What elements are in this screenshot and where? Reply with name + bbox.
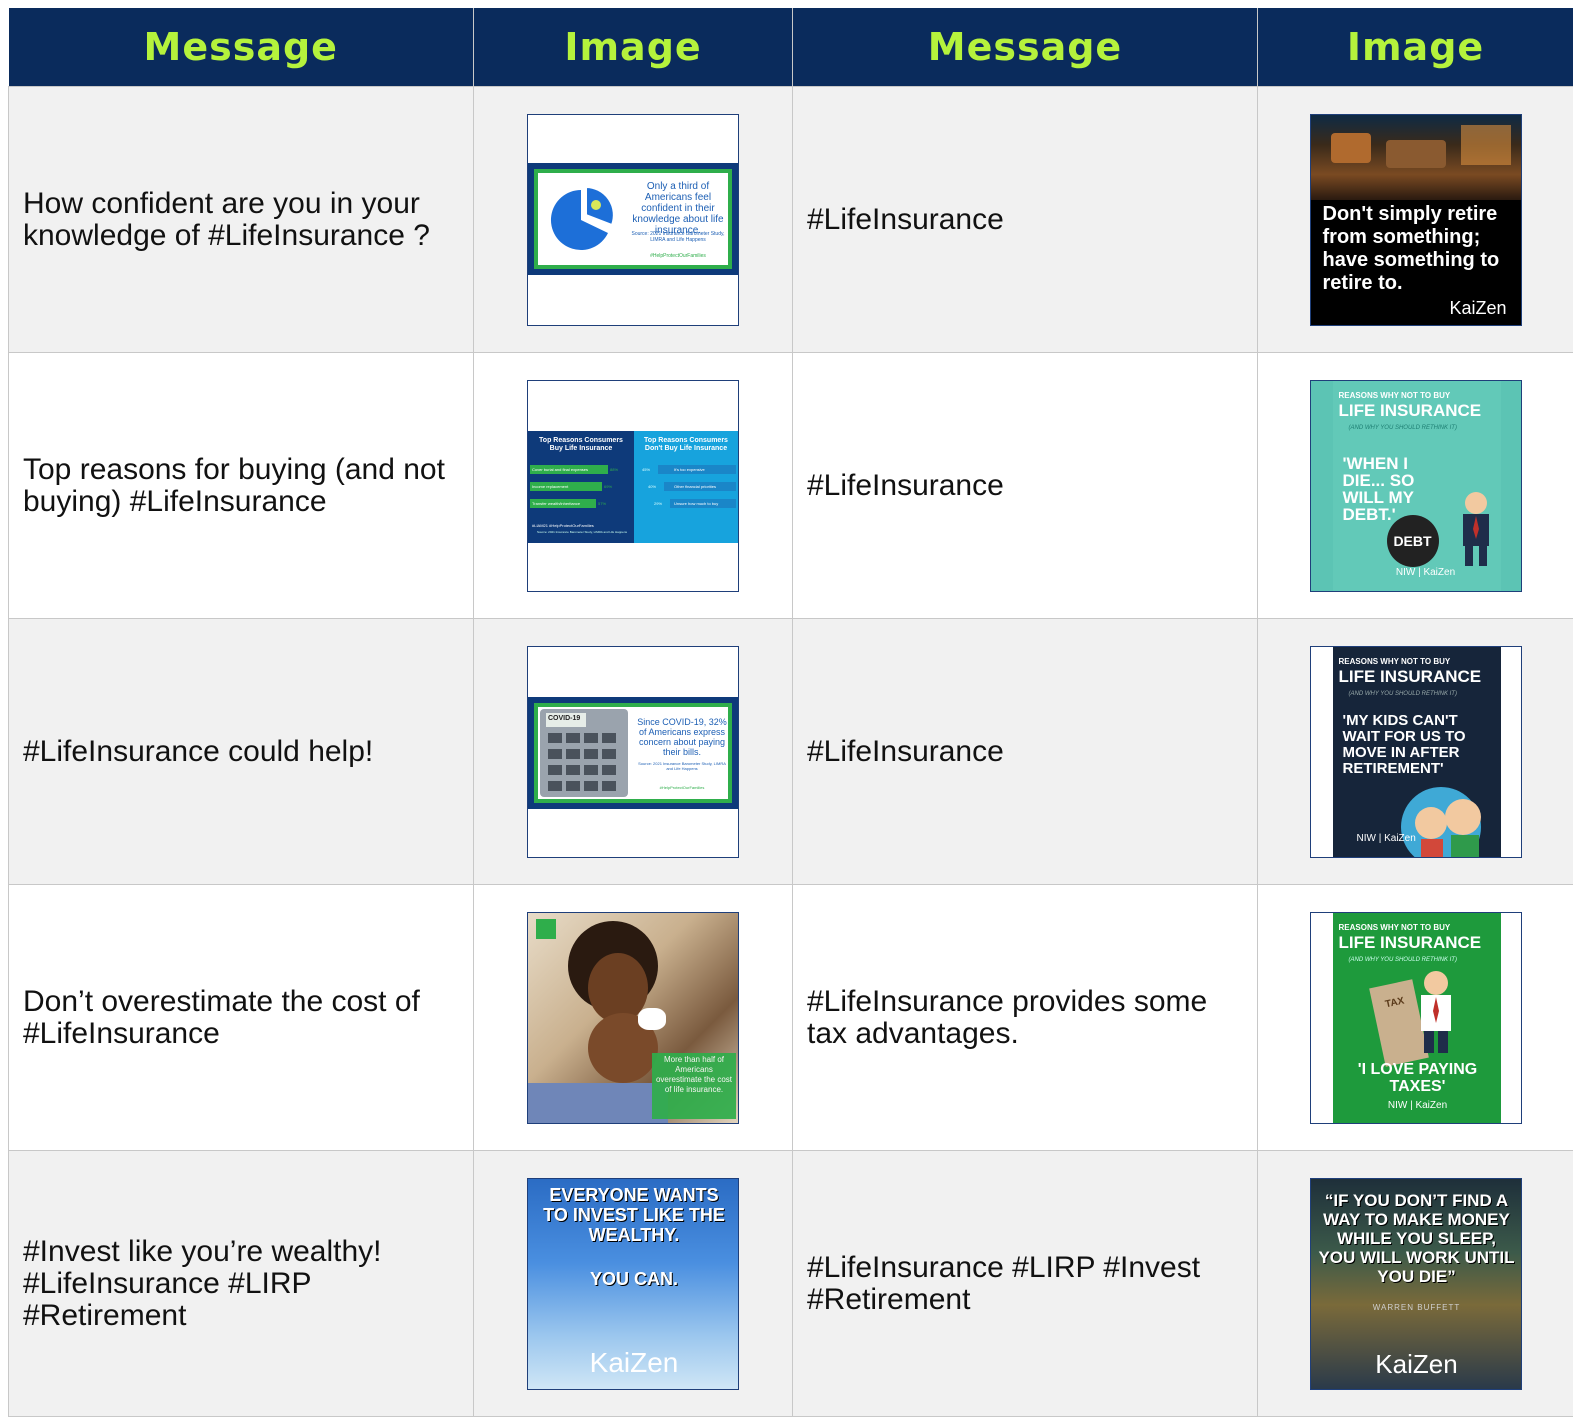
kids-cartoon-image[interactable]: REASONS WHY NOT TO BUY LIFE INSURANCE (A… — [1310, 646, 1522, 858]
image-cell: More than half of Americans overestimate… — [474, 885, 793, 1151]
message-cell: #LifeInsurance #LIRP #Invest #Retirement — [793, 1151, 1258, 1417]
businessman-icon — [1451, 489, 1501, 569]
message-cell: How confident are you in your knowledge … — [9, 87, 474, 353]
message-text: #LifeInsurance #LIRP #Invest #Retirement — [793, 1252, 1257, 1316]
tax-cartoon-image[interactable]: REASONS WHY NOT TO BUY LIFE INSURANCE (A… — [1310, 912, 1522, 1124]
message-text: Don’t overestimate the cost of #LifeInsu… — [9, 986, 473, 1050]
infographic-source: Source: 2021 Insurance Barometer Study, … — [636, 761, 728, 771]
message-cell: #Invest like you’re wealthy! #LifeInsura… — [9, 1151, 474, 1417]
message-text: #LifeInsurance — [793, 470, 1257, 502]
header-message-2: Message — [793, 8, 1258, 87]
table-row: How confident are you in your knowledge … — [9, 87, 1573, 353]
image-cell: REASONS WHY NOT TO BUY LIFE INSURANCE (A… — [1258, 885, 1573, 1151]
card-quote: 'WHEN I DIE... SO WILL MY DEBT.' — [1343, 455, 1453, 523]
infographic-hashtag: #HelpProtectOurFamilies — [628, 253, 728, 259]
debt-ball: DEBT — [1387, 515, 1439, 567]
message-text: How confident are you in your knowledge … — [9, 188, 473, 252]
kaizen-logo: KaiZen — [1311, 1349, 1522, 1380]
quote-attribution: WARREN BUFFETT — [1311, 1303, 1522, 1312]
buffett-quote: “IF YOU DON’T FIND A WAY TO MAKE MONEY W… — [1317, 1191, 1517, 1286]
infographic-hashtag: #HelpProtectOurFamilies — [636, 785, 728, 790]
covid-infographic-image[interactable]: COVID-19 Since COVID-19, 32% of American… — [527, 646, 739, 858]
image-cell: REASONS WHY NOT TO BUY LIFE INSURANCE (A… — [1258, 353, 1573, 619]
card-kicker: REASONS WHY NOT TO BUY — [1339, 923, 1499, 932]
reasons-infographic-image[interactable]: Top Reasons Consumers Buy Life Insurance… — [527, 380, 739, 592]
pie-chart-icon — [546, 185, 616, 255]
card-title: LIFE INSURANCE — [1339, 667, 1499, 687]
message-cell: #LifeInsurance — [793, 87, 1258, 353]
image-cell: Don't simply retire from something; have… — [1258, 87, 1573, 353]
image-cell: COVID-19 Since COVID-19, 32% of American… — [474, 619, 793, 885]
invest-subline: YOU CAN. — [538, 1269, 730, 1290]
calculator-label: COVID-19 — [548, 715, 580, 722]
message-text: #LifeInsurance could help! — [9, 736, 473, 768]
infographic-source: Source: 2021 Insurance Barometer Study, … — [628, 231, 728, 243]
card-subtitle: (AND WHY YOU SHOULD RETHINK IT) — [1349, 691, 1499, 697]
message-cell: Top reasons for buying (and not buying) … — [9, 353, 474, 619]
infographic-text: Since COVID-19, 32% of Americans express… — [636, 717, 728, 757]
card-logos: NIW | KaiZen — [1371, 567, 1481, 578]
header-message-1: Message — [9, 8, 474, 87]
cost-overlay-text: More than half of Americans overestimate… — [652, 1053, 736, 1119]
message-text: #LifeInsurance — [793, 736, 1257, 768]
infographic-text: Only a third of Americans feel confident… — [628, 181, 728, 236]
image-cell: Top Reasons Consumers Buy Life Insurance… — [474, 353, 793, 619]
message-cell: #LifeInsurance could help! — [9, 619, 474, 885]
card-title: LIFE INSURANCE — [1339, 933, 1499, 953]
card-subtitle: (AND WHY YOU SHOULD RETHINK IT) — [1349, 957, 1499, 963]
message-cell: Don’t overestimate the cost of #LifeInsu… — [9, 885, 474, 1151]
retire-quote-image[interactable]: Don't simply retire from something; have… — [1310, 114, 1522, 326]
content-table: Message Image Message Image How confiden… — [8, 8, 1573, 1417]
image-cell: “IF YOU DON’T FIND A WAY TO MAKE MONEY W… — [1258, 1151, 1573, 1417]
card-logos: NIW | KaiZen — [1363, 1100, 1473, 1111]
retire-quote-text: Don't simply retire from something; have… — [1323, 203, 1518, 295]
kaizen-logo: KaiZen — [528, 1347, 739, 1379]
image-cell: REASONS WHY NOT TO BUY LIFE INSURANCE (A… — [1258, 619, 1573, 885]
card-kicker: REASONS WHY NOT TO BUY — [1339, 391, 1499, 400]
mother-child-photo[interactable]: More than half of Americans overestimate… — [527, 912, 739, 1124]
image-cell: EVERYONE WANTS TO INVEST LIKE THE WEALTH… — [474, 1151, 793, 1417]
card-quote: 'MY KIDS CAN'T WAIT FOR US TO MOVE IN AF… — [1343, 713, 1499, 777]
message-text: #LifeInsurance provides some tax advanta… — [793, 986, 1257, 1050]
header-image-1: Image — [474, 8, 793, 87]
card-title: LIFE INSURANCE — [1339, 401, 1499, 421]
header-row: Message Image Message Image — [9, 8, 1573, 87]
table-row: #Invest like you’re wealthy! #LifeInsura… — [9, 1151, 1573, 1417]
card-kicker: REASONS WHY NOT TO BUY — [1339, 657, 1499, 666]
message-text: #LifeInsurance — [793, 204, 1257, 236]
header-image-2: Image — [1258, 8, 1573, 87]
table-row: #LifeInsurance could help! — [9, 619, 1573, 885]
invest-wealthy-image[interactable]: EVERYONE WANTS TO INVEST LIKE THE WEALTH… — [527, 1178, 739, 1390]
buy-reasons-title: Top Reasons Consumers Buy Life Insurance — [528, 431, 634, 453]
message-cell: #LifeInsurance — [793, 353, 1258, 619]
table-row: Don’t overestimate the cost of #LifeInsu… — [9, 885, 1573, 1151]
image-cell: Only a third of Americans feel confident… — [474, 87, 793, 353]
businessman-icon — [1411, 969, 1461, 1059]
buffett-quote-image[interactable]: “IF YOU DON’T FIND A WAY TO MAKE MONEY W… — [1310, 1178, 1522, 1390]
dont-buy-reasons-title: Top Reasons Consumers Don't Buy Life Ins… — [634, 431, 738, 453]
message-text: #Invest like you’re wealthy! #LifeInsura… — [9, 1236, 473, 1332]
debt-cartoon-image[interactable]: REASONS WHY NOT TO BUY LIFE INSURANCE (A… — [1310, 380, 1522, 592]
kaizen-logo: KaiZen — [1449, 298, 1506, 319]
couple-cartoon-icon — [1391, 777, 1501, 857]
confidence-infographic-image[interactable]: Only a third of Americans feel confident… — [527, 114, 739, 326]
card-quote: 'I LOVE PAYING TAXES' — [1337, 1061, 1499, 1095]
message-cell: #LifeInsurance provides some tax advanta… — [793, 885, 1258, 1151]
message-text: Top reasons for buying (and not buying) … — [9, 454, 473, 518]
invest-headline: EVERYONE WANTS TO INVEST LIKE THE WEALTH… — [538, 1185, 730, 1245]
card-subtitle: (AND WHY YOU SHOULD RETHINK IT) — [1349, 425, 1499, 431]
card-logos: NIW | KaiZen — [1357, 833, 1467, 844]
table-row: Top reasons for buying (and not buying) … — [9, 353, 1573, 619]
message-cell: #LifeInsurance — [793, 619, 1258, 885]
